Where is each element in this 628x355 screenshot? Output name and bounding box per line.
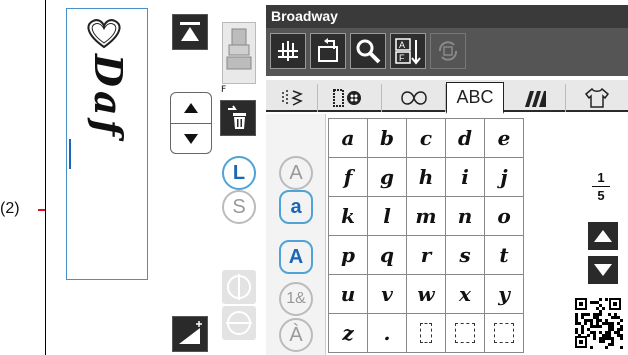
heart-icon bbox=[87, 19, 121, 49]
stitch-settings-button[interactable] bbox=[270, 33, 306, 69]
stitch-zigzag-icon bbox=[281, 90, 303, 106]
preview-text-wrap: Daf bbox=[86, 54, 131, 185]
case-upper-active-button[interactable]: A bbox=[279, 240, 313, 274]
accented-button[interactable]: À bbox=[279, 318, 313, 352]
blank-box-icon bbox=[494, 323, 514, 343]
key-char[interactable]: k bbox=[328, 196, 368, 236]
key-char[interactable]: o bbox=[484, 196, 524, 236]
key-char[interactable]: s bbox=[445, 235, 485, 275]
move-top-button[interactable] bbox=[172, 14, 208, 50]
key-char[interactable]: l bbox=[367, 196, 407, 236]
key-char[interactable]: c bbox=[406, 118, 446, 158]
toolbar: A F bbox=[266, 28, 628, 76]
size-small-button[interactable]: S bbox=[222, 190, 256, 224]
case-upper-button[interactable]: A bbox=[279, 156, 313, 190]
key-char[interactable]: t bbox=[484, 235, 524, 275]
key-char[interactable]: b bbox=[367, 118, 407, 158]
key-char[interactable]: z bbox=[328, 313, 368, 353]
key-char[interactable]: m bbox=[406, 196, 446, 236]
rotate-icon bbox=[438, 41, 458, 61]
key-char[interactable]: u bbox=[328, 274, 368, 314]
sort-az-icon: A F bbox=[395, 38, 421, 65]
return-arrow-icon bbox=[318, 38, 338, 62]
tab-satin[interactable] bbox=[504, 84, 566, 112]
callout-label: (2) bbox=[0, 200, 20, 217]
numbers-button[interactable]: 1& bbox=[279, 282, 313, 316]
key-blank[interactable] bbox=[484, 313, 524, 353]
page-total: 5 bbox=[597, 188, 605, 203]
mirror-horizontal-icon bbox=[226, 311, 252, 335]
key-char[interactable]: p bbox=[328, 235, 368, 275]
cursor-down-button[interactable] bbox=[171, 124, 211, 154]
key-char[interactable]: . bbox=[367, 313, 407, 353]
satin-stitch-icon bbox=[524, 91, 546, 107]
triangle-down-icon bbox=[594, 264, 612, 276]
key-char[interactable]: d bbox=[445, 118, 485, 158]
key-char[interactable]: g bbox=[367, 157, 407, 197]
cursor-stepper bbox=[170, 92, 212, 154]
key-char[interactable]: f bbox=[328, 157, 368, 197]
case-lower-button[interactable]: a bbox=[279, 190, 313, 224]
blank-box-icon bbox=[455, 323, 475, 343]
adjust-button[interactable] bbox=[172, 316, 208, 352]
key-char[interactable]: h bbox=[406, 157, 446, 197]
key-char[interactable]: w bbox=[406, 274, 446, 314]
key-char[interactable]: r bbox=[406, 235, 446, 275]
key-char[interactable]: q bbox=[367, 235, 407, 275]
svg-text:A: A bbox=[399, 40, 405, 50]
category-tabs: ABC bbox=[266, 80, 628, 114]
tab-abc[interactable]: ABC bbox=[446, 82, 504, 114]
page-down-button[interactable] bbox=[588, 256, 618, 284]
page-up-button[interactable] bbox=[588, 222, 618, 250]
qr-code bbox=[573, 296, 623, 350]
mirror-vertical-icon bbox=[227, 274, 251, 300]
tab-buttonhole[interactable] bbox=[318, 84, 382, 112]
mirror-horizontal-button[interactable] bbox=[222, 306, 256, 340]
svg-text:F: F bbox=[399, 53, 405, 63]
key-char[interactable]: y bbox=[484, 274, 524, 314]
button-hole-icon bbox=[332, 89, 361, 107]
page-indicator: 1 5 bbox=[586, 170, 616, 203]
back-button[interactable] bbox=[310, 33, 346, 69]
presser-foot-label: F bbox=[221, 85, 227, 95]
blank-box-icon bbox=[420, 323, 432, 343]
key-char[interactable]: j bbox=[484, 157, 524, 197]
font-title: Broadway bbox=[266, 5, 628, 28]
triangle-down-icon bbox=[184, 134, 198, 144]
garment-icon bbox=[584, 87, 610, 108]
key-char[interactable]: n bbox=[445, 196, 485, 236]
triangle-up-icon bbox=[594, 230, 612, 242]
key-char[interactable]: e bbox=[484, 118, 524, 158]
slope-adjust-icon bbox=[179, 321, 202, 344]
decorative-stitch-icon bbox=[400, 91, 427, 105]
sort-button[interactable]: A F bbox=[390, 33, 426, 69]
mirror-vertical-button[interactable] bbox=[222, 270, 256, 304]
presser-foot-icon bbox=[226, 28, 252, 70]
presser-foot-indicator: F bbox=[221, 22, 256, 95]
key-char[interactable]: v bbox=[367, 274, 407, 314]
triangle-up-icon bbox=[184, 103, 198, 113]
qr-code-icon bbox=[575, 298, 623, 349]
trash-icon bbox=[228, 105, 246, 129]
text-preview: Daf bbox=[66, 8, 148, 280]
arrow-to-top-icon bbox=[180, 22, 200, 41]
preview-text: Daf bbox=[86, 54, 131, 140]
key-blank[interactable] bbox=[445, 313, 485, 353]
delete-button[interactable] bbox=[220, 100, 256, 136]
tab-garment[interactable] bbox=[566, 84, 628, 112]
zoom-button[interactable] bbox=[350, 33, 386, 69]
key-blank[interactable] bbox=[406, 313, 446, 353]
text-cursor bbox=[69, 139, 71, 169]
needle-plate-icon bbox=[278, 41, 298, 61]
key-char[interactable]: i bbox=[445, 157, 485, 197]
page-current: 1 bbox=[597, 170, 605, 185]
tab-utility[interactable] bbox=[266, 84, 318, 112]
tab-decorative[interactable] bbox=[382, 84, 446, 112]
rotate-button[interactable] bbox=[430, 33, 466, 69]
magnifier-icon bbox=[356, 39, 381, 64]
size-large-button[interactable]: L bbox=[222, 156, 256, 190]
key-char[interactable]: a bbox=[328, 118, 368, 158]
cursor-up-button[interactable] bbox=[171, 93, 211, 123]
key-char[interactable]: x bbox=[445, 274, 485, 314]
